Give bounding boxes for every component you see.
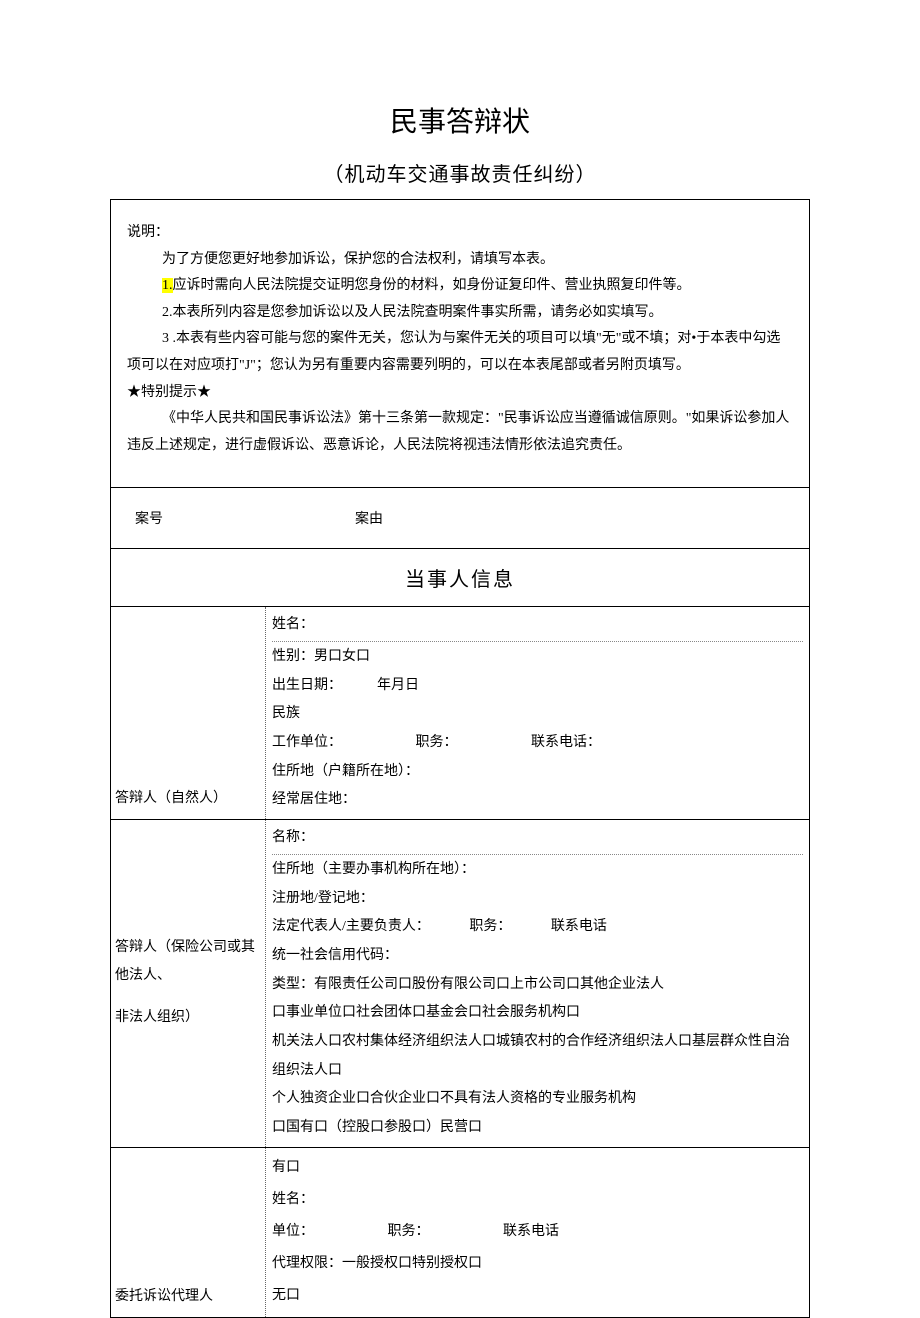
org-type-line-4[interactable]: 个人独资企业口合伙企业口不具有法人资格的专业服务机构 [272,1085,803,1114]
respondent-natural-row: 答辩人（自然人） 姓名： 性别：男口女口 出生日期： 年月日 民族 工作单位： … [111,607,809,820]
form-outer-frame: 说明： 为了方便您更好地参加诉讼，保护您的合法权利，请填写本表。 1.应诉时需向… [110,199,810,1318]
instructions-section: 说明： 为了方便您更好地参加诉讼，保护您的合法权利，请填写本表。 1.应诉时需向… [111,200,809,488]
respondent-natural-fields: 姓名： 性别：男口女口 出生日期： 年月日 民族 工作单位： 职务： 联系电话：… [266,607,809,819]
org-reg-field[interactable]: 注册地/登记地： [272,885,803,914]
case-reason-label: 案由 [355,508,785,528]
post-field[interactable]: 职务： [416,735,458,750]
org-type-line-2[interactable]: 口事业单位口社会团体口基金会口社会服务机构口 [272,999,803,1028]
instruction-line-3: 2.本表所列内容是您参加诉讼以及人民法院查明案件事实所需，请务必如实填写。 [127,300,793,327]
agent-label: 委托诉讼代理人 [111,1148,266,1317]
domicile-field[interactable]: 住所地（户籍所在地）： [272,758,803,787]
agent-post-field[interactable]: 职务： [388,1224,430,1239]
case-number-label: 案号 [135,508,355,528]
respondent-org-row: 答辩人（保险公司或其他法人、 非法人组织） 名称： 住所地（主要办事机构所在地）… [111,820,809,1148]
agent-tel-field[interactable]: 联系电话 [503,1224,559,1239]
special-tip-label: ★特别提示★ [127,380,793,407]
work-unit-field[interactable]: 工作单位： [272,735,342,750]
document-subtitle: （机动车交通事故责任纠纷） [110,158,810,187]
highlight-marker: 1. [162,278,173,293]
respondent-org-fields: 名称： 住所地（主要办事机构所在地）： 注册地/登记地： 法定代表人/主要负责人… [266,820,809,1147]
dob-field[interactable]: 出生日期： 年月日 [272,672,803,701]
name-field[interactable]: 姓名： [272,611,803,642]
agent-row: 委托诉讼代理人 有口 姓名： 单位： 职务： 联系电话 代理权限：一般授权口特别… [111,1148,809,1317]
org-post-field[interactable]: 职务： [469,919,511,934]
instructions-label: 说明： [127,220,793,247]
ethnic-field[interactable]: 民族 [272,700,803,729]
agent-unit-field[interactable]: 单位： [272,1224,314,1239]
org-name-field[interactable]: 名称： [272,824,803,855]
instruction-line-4: 3 .本表有些内容可能与您的案件无关，您认为与案件无关的项目可以填"无"或不填；… [127,326,793,379]
habitual-residence-field[interactable]: 经常居住地： [272,786,803,815]
gender-field[interactable]: 性别：男口女口 [272,643,803,672]
org-type-line-5[interactable]: 口国有口（控股口参股口）民营口 [272,1114,803,1143]
agent-name-field[interactable]: 姓名： [272,1184,803,1216]
agent-has-field[interactable]: 有口 [272,1152,803,1184]
instruction-line-5: 《中华人民共和国民事诉讼法》第十三条第一款规定："民事诉讼应当遵循诚信原则。"如… [127,406,793,459]
org-type-line-3[interactable]: 机关法人口农村集体经济组织法人口城镇农村的合作经济组织法人口基层群众性自治组织法… [272,1028,803,1085]
agent-unit-row: 单位： 职务： 联系电话 [272,1216,803,1248]
respondent-natural-label: 答辩人（自然人） [111,607,266,819]
org-uscc-field[interactable]: 统一社会信用代码： [272,942,803,971]
org-type-line-1[interactable]: 类型：有限责任公司口股份有限公司口上市公司口其他企业法人 [272,971,803,1000]
instruction-line-1: 为了方便您更好地参加诉讼，保护您的合法权利，请填写本表。 [127,247,793,274]
respondent-org-label: 答辩人（保险公司或其他法人、 非法人组织） [111,820,266,1147]
org-legal-rep-field[interactable]: 法定代表人/主要负责人： [272,919,430,934]
org-domicile-field[interactable]: 住所地（主要办事机构所在地）： [272,856,803,885]
agent-fields: 有口 姓名： 单位： 职务： 联系电话 代理权限：一般授权口特别授权口 无口 [266,1148,809,1317]
document-title: 民事答辩状 [110,100,810,140]
org-legal-row: 法定代表人/主要负责人： 职务： 联系电话 [272,913,803,942]
instruction-line-2: 1.应诉时需向人民法院提交证明您身份的材料，如身份证复印件、营业执照复印件等。 [127,273,793,300]
work-row: 工作单位： 职务： 联系电话： [272,729,803,758]
tel-field[interactable]: 联系电话： [531,735,601,750]
agent-none-field[interactable]: 无口 [272,1280,803,1312]
party-info-header: 当事人信息 [111,549,809,607]
case-info-row: 案号 案由 [111,488,809,549]
agent-auth-field[interactable]: 代理权限：一般授权口特别授权口 [272,1248,803,1280]
org-tel-field[interactable]: 联系电话 [551,919,607,934]
